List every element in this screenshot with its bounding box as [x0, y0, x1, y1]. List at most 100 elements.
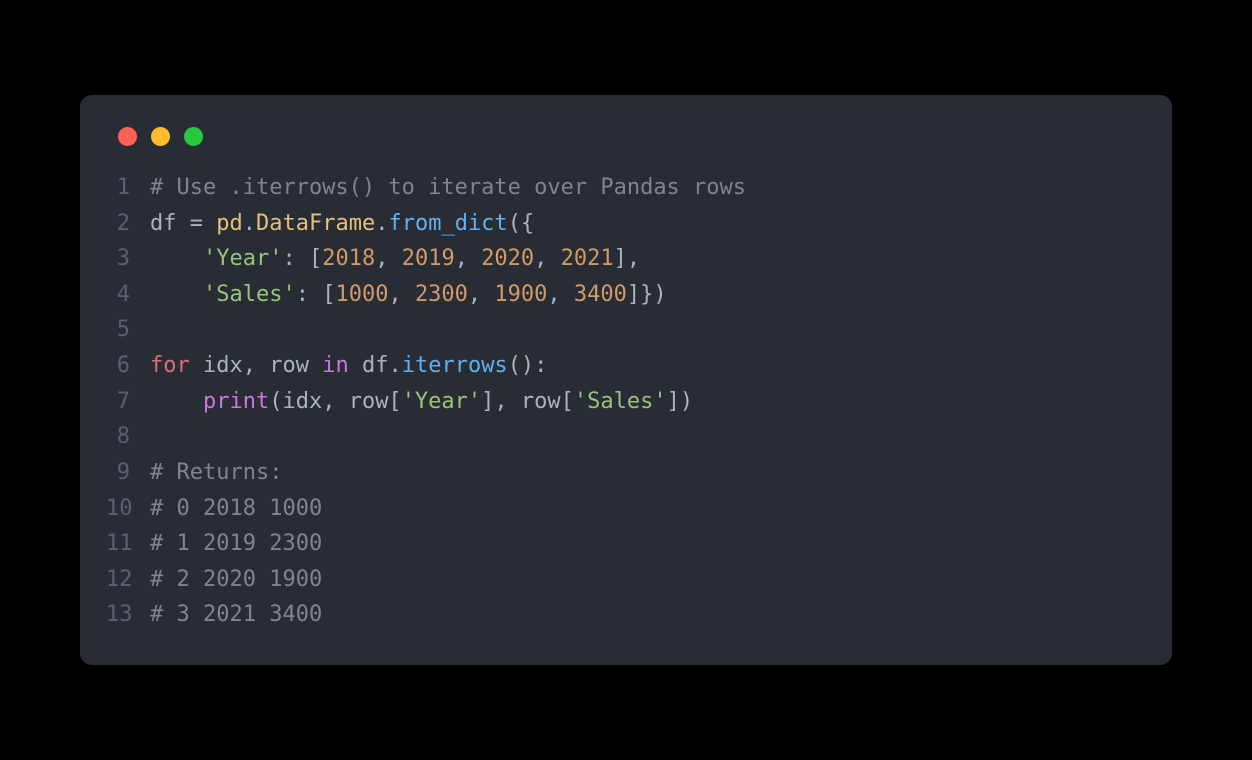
code-token: # 1 2019 2300	[150, 531, 322, 556]
window-titlebar	[80, 119, 1172, 170]
code-token: ,	[494, 389, 507, 414]
code-token	[150, 389, 203, 414]
line-content[interactable]: 'Sales': [1000, 2300, 1900, 3400]})	[150, 277, 667, 313]
code-token: ,	[322, 389, 335, 414]
code-token: ,	[547, 282, 574, 307]
code-token: 2019	[402, 246, 455, 271]
code-token: DataFrame	[256, 211, 375, 236]
zoom-icon[interactable]	[184, 127, 203, 146]
line-content[interactable]	[150, 312, 163, 348]
code-token: : [	[296, 282, 336, 307]
code-token: ],	[614, 246, 641, 271]
line-number: 7	[106, 384, 150, 420]
line-content[interactable]: for idx, row in df.iterrows():	[150, 348, 547, 384]
code-token: ]	[481, 389, 494, 414]
line-content[interactable]	[150, 419, 163, 455]
code-token: df	[150, 211, 190, 236]
code-token: idx	[190, 353, 243, 378]
line-content[interactable]: df = pd.DataFrame.from_dict({	[150, 206, 534, 242]
line-content[interactable]: # Use .iterrows() to iterate over Pandas…	[150, 170, 746, 206]
line-number: 8	[106, 419, 150, 455]
line-number: 13	[106, 597, 150, 633]
code-token: ,	[388, 282, 415, 307]
code-token: ]})	[627, 282, 667, 307]
code-token: 'Year'	[203, 246, 282, 271]
code-token: 'Sales'	[203, 282, 296, 307]
code-token: ,	[468, 282, 495, 307]
code-token: df	[349, 353, 389, 378]
code-token: # Returns:	[150, 460, 282, 485]
code-token: .	[243, 211, 256, 236]
code-line[interactable]: 5	[106, 312, 1146, 348]
code-line[interactable]: 1# Use .iterrows() to iterate over Panda…	[106, 170, 1146, 206]
code-token: ():	[508, 353, 548, 378]
line-number: 1	[106, 170, 150, 206]
code-token: (idx	[269, 389, 322, 414]
code-line[interactable]: 6for idx, row in df.iterrows():	[106, 348, 1146, 384]
code-token	[150, 282, 203, 307]
line-number: 2	[106, 206, 150, 242]
minimize-icon[interactable]	[151, 127, 170, 146]
line-number: 12	[106, 562, 150, 598]
code-token: 2020	[481, 246, 534, 271]
code-token: 3400	[574, 282, 627, 307]
code-token: ,	[455, 246, 482, 271]
code-line[interactable]: 13# 3 2021 3400	[106, 597, 1146, 633]
line-content[interactable]: # Returns:	[150, 455, 282, 491]
code-token: ,	[375, 246, 402, 271]
code-token: row	[256, 353, 322, 378]
code-line[interactable]: 4 'Sales': [1000, 2300, 1900, 3400]})	[106, 277, 1146, 313]
code-window: 1# Use .iterrows() to iterate over Panda…	[80, 95, 1172, 665]
code-line[interactable]: 12# 2 2020 1900	[106, 562, 1146, 598]
code-token: 'Year'	[402, 389, 481, 414]
line-content[interactable]: # 0 2018 1000	[150, 491, 322, 527]
code-token: .	[388, 353, 401, 378]
code-line[interactable]: 10# 0 2018 1000	[106, 491, 1146, 527]
code-token: pd	[203, 211, 243, 236]
code-token	[150, 246, 203, 271]
close-icon[interactable]	[118, 127, 137, 146]
line-number: 5	[106, 312, 150, 348]
code-token: print	[203, 389, 269, 414]
line-number: 10	[106, 491, 150, 527]
code-token: ({	[508, 211, 535, 236]
code-token: ,	[534, 246, 561, 271]
code-token: # 3 2021 3400	[150, 602, 322, 627]
code-token: iterrows	[402, 353, 508, 378]
code-token: =	[190, 211, 203, 236]
line-content[interactable]: 'Year': [2018, 2019, 2020, 2021],	[150, 241, 640, 277]
code-token: 2300	[415, 282, 468, 307]
code-token: row[	[508, 389, 574, 414]
code-token: 2018	[322, 246, 375, 271]
line-content[interactable]: # 1 2019 2300	[150, 526, 322, 562]
line-content[interactable]: print(idx, row['Year'], row['Sales'])	[150, 384, 693, 420]
code-token: .	[375, 211, 388, 236]
line-number: 11	[106, 526, 150, 562]
code-token: in	[322, 353, 349, 378]
code-token: 2021	[561, 246, 614, 271]
code-line[interactable]: 2df = pd.DataFrame.from_dict({	[106, 206, 1146, 242]
code-line[interactable]: 9# Returns:	[106, 455, 1146, 491]
line-number: 3	[106, 241, 150, 277]
code-line[interactable]: 11# 1 2019 2300	[106, 526, 1146, 562]
code-token: row[	[335, 389, 401, 414]
code-token: # Use .iterrows() to iterate over Pandas…	[150, 175, 746, 200]
code-token: # 0 2018 1000	[150, 496, 322, 521]
code-editor[interactable]: 1# Use .iterrows() to iterate over Panda…	[80, 170, 1172, 633]
line-number: 9	[106, 455, 150, 491]
code-token: for	[150, 353, 190, 378]
code-token: from_dict	[388, 211, 507, 236]
code-token: 1900	[494, 282, 547, 307]
code-line[interactable]: 8	[106, 419, 1146, 455]
code-line[interactable]: 3 'Year': [2018, 2019, 2020, 2021],	[106, 241, 1146, 277]
code-token: ,	[243, 353, 256, 378]
code-token: : [	[282, 246, 322, 271]
code-line[interactable]: 7 print(idx, row['Year'], row['Sales'])	[106, 384, 1146, 420]
code-token: 'Sales'	[574, 389, 667, 414]
line-number: 6	[106, 348, 150, 384]
line-content[interactable]: # 3 2021 3400	[150, 597, 322, 633]
code-token: ])	[667, 389, 694, 414]
code-token: # 2 2020 1900	[150, 567, 322, 592]
code-token: 1000	[335, 282, 388, 307]
line-content[interactable]: # 2 2020 1900	[150, 562, 322, 598]
